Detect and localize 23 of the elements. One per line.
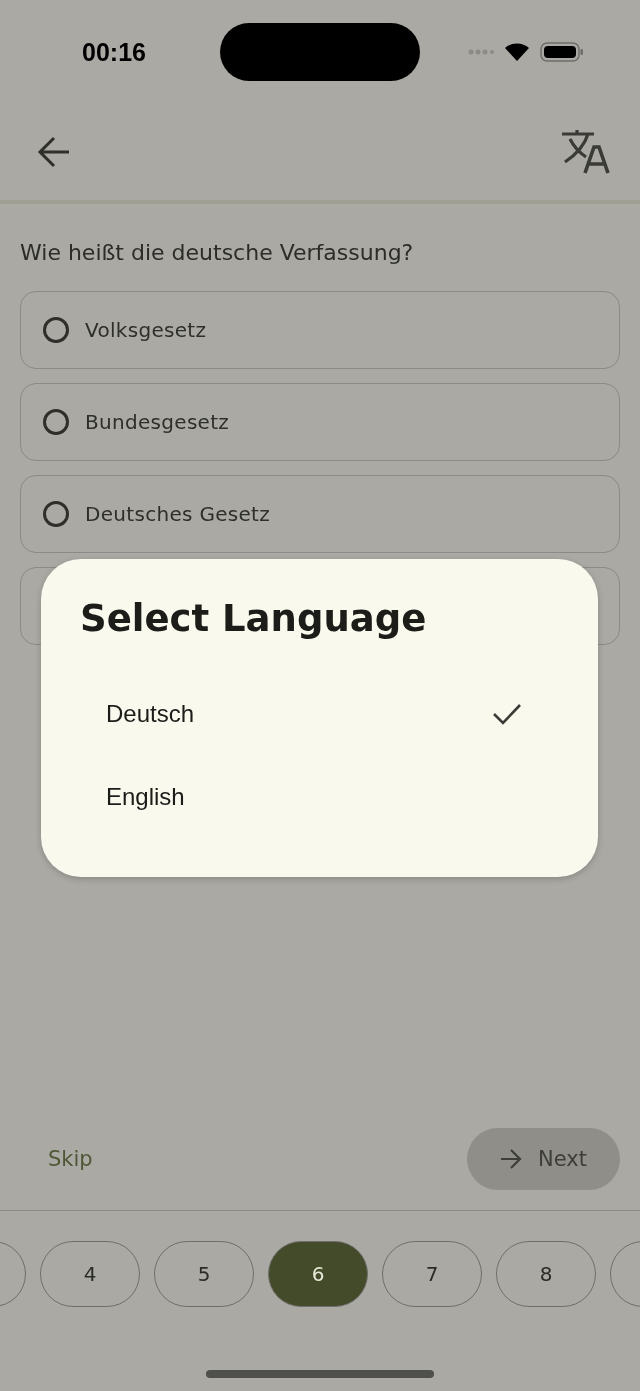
language-option[interactable]: Deutsch: [41, 672, 598, 755]
battery-icon: [540, 42, 584, 62]
back-icon[interactable]: [36, 134, 72, 170]
clock-time: 00:16: [82, 37, 147, 67]
language-option[interactable]: English: [41, 755, 598, 838]
wifi-icon: [504, 42, 530, 62]
next-button[interactable]: Next: [467, 1127, 620, 1190]
arrow-icon: [500, 1148, 523, 1169]
answer-option[interactable]: Bundesgesetz: [20, 383, 620, 461]
option-label: Deutsches Gesetz: [85, 502, 271, 526]
translate-icon[interactable]: [560, 129, 610, 175]
radio-button[interactable]: [43, 501, 69, 527]
radio-button[interactable]: [43, 409, 69, 435]
dialog-title: Select Language: [80, 597, 427, 640]
skip-button[interactable]: Skip: [30, 1138, 111, 1179]
page-chip[interactable]: 6: [268, 1241, 368, 1307]
signal-icon: [468, 49, 494, 55]
answer-option[interactable]: Deutsches Gesetz: [20, 475, 620, 553]
option-label: Bundesgesetz: [85, 410, 230, 434]
option-label: Volksgesetz: [85, 318, 207, 342]
answer-option[interactable]: Volksgesetz: [20, 291, 620, 369]
radio-button[interactable]: [43, 317, 69, 343]
question-text: Wie heißt die deutsche Verfassung?: [20, 240, 415, 265]
